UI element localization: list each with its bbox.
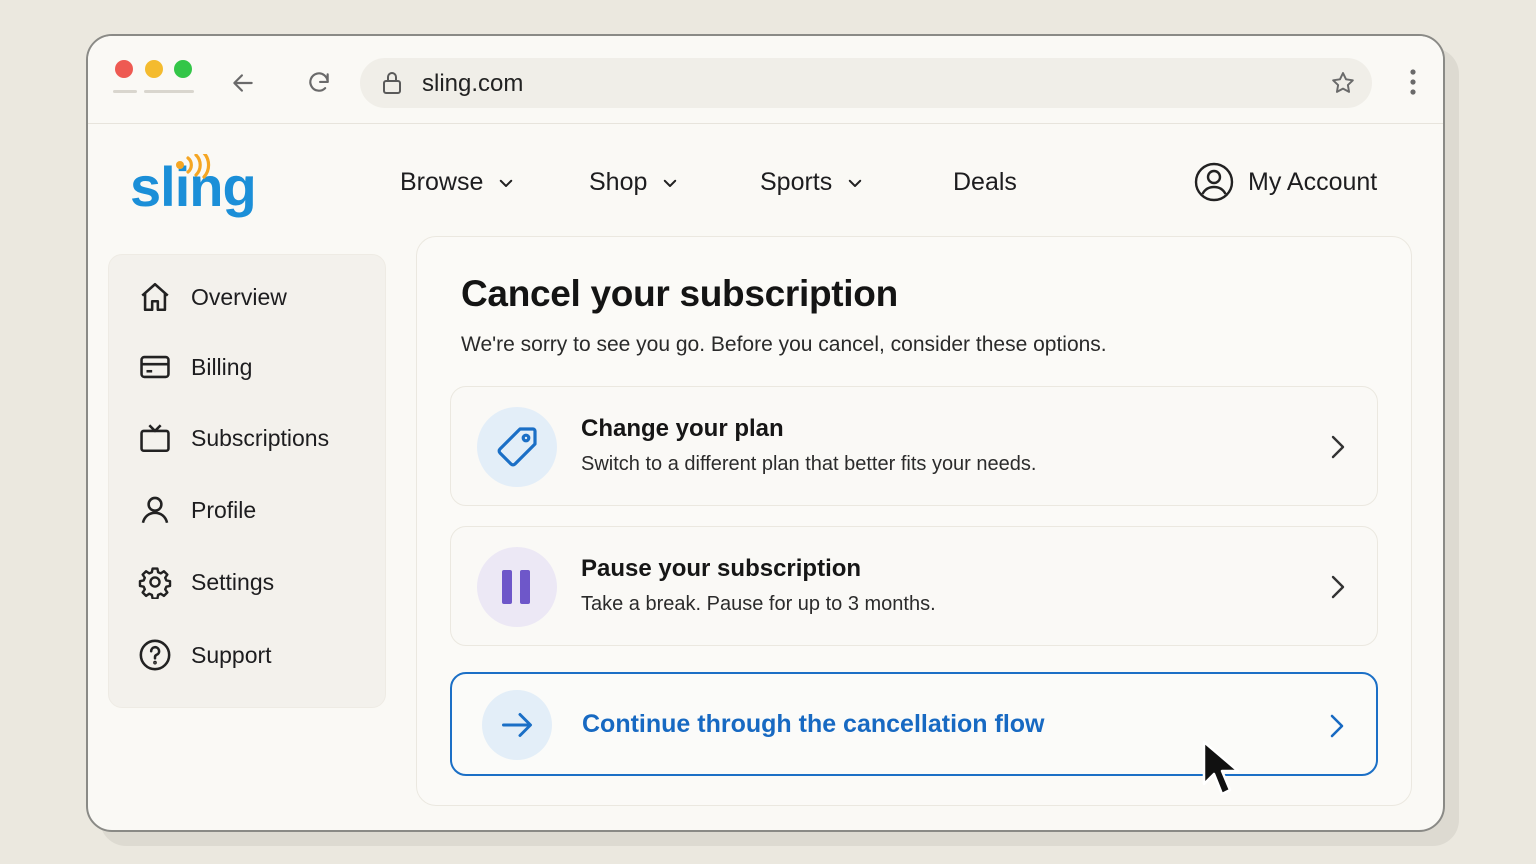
mouse-cursor-icon	[1202, 740, 1240, 796]
sidebar-item-subscriptions[interactable]: Subscriptions	[137, 420, 329, 456]
address-bar[interactable]: sling.com	[360, 58, 1372, 108]
maximize-window-button[interactable]	[174, 60, 192, 78]
gear-icon	[137, 564, 173, 600]
option-title: Pause your subscription	[581, 555, 862, 582]
sidebar-item-label: Overview	[191, 283, 287, 310]
arrow-right-icon	[482, 690, 552, 760]
cancel-subscription-panel: Cancel your subscription We're sorry to …	[416, 236, 1412, 806]
option-description: Switch to a different plan that better f…	[581, 453, 1037, 475]
option-title: Change your plan	[581, 415, 784, 442]
sidebar-item-settings[interactable]: Settings	[137, 564, 274, 600]
sidebar-item-billing[interactable]: Billing	[137, 349, 252, 385]
account-circle-icon	[1194, 162, 1234, 202]
nav-shop[interactable]: Shop	[589, 168, 679, 197]
back-arrow-icon	[233, 74, 253, 92]
sidebar-item-label: Subscriptions	[191, 424, 330, 451]
continue-cancellation-label: Continue through the cancellation flow	[582, 710, 1045, 738]
lock-icon	[383, 72, 401, 94]
option-description: Take a break. Pause for up to 3 months.	[581, 593, 936, 615]
change-plan-option[interactable]: Change your plan Switch to a different p…	[450, 386, 1378, 506]
chevron-right-icon	[1331, 435, 1345, 459]
window-decoration	[113, 90, 137, 93]
sidebar-item-overview[interactable]: Overview	[137, 279, 287, 315]
nav-browse-label: Browse	[400, 168, 484, 196]
window-decoration	[144, 90, 194, 93]
help-circle-icon	[137, 637, 173, 673]
reload-icon	[309, 72, 329, 92]
tv-icon	[137, 420, 173, 456]
back-button[interactable]	[226, 66, 260, 100]
browser-window: sling.com sling Browse Shop Sports Deals…	[86, 34, 1445, 832]
sidebar-item-support[interactable]: Support	[137, 637, 272, 673]
sidebar-item-label: Settings	[191, 568, 275, 595]
home-icon	[137, 279, 173, 315]
pause-icon	[477, 547, 557, 627]
nav-shop-label: Shop	[589, 168, 648, 196]
kebab-menu-icon[interactable]	[1409, 69, 1417, 95]
reload-button[interactable]	[302, 66, 336, 100]
sidebar-item-label: Profile	[191, 496, 257, 523]
my-account-label: My Account	[1248, 167, 1378, 196]
chevron-down-icon	[500, 179, 513, 187]
nav-sports[interactable]: Sports	[760, 168, 864, 197]
chevron-down-icon	[849, 179, 862, 187]
nav-browse[interactable]: Browse	[400, 168, 515, 197]
nav-deals-label: Deals	[953, 168, 1017, 196]
nav-deals[interactable]: Deals	[953, 168, 1017, 197]
url-text: sling.com	[422, 70, 524, 97]
star-icon[interactable]	[1330, 70, 1356, 96]
my-account-link[interactable]: My Account	[1194, 162, 1377, 202]
pause-subscription-option[interactable]: Pause your subscription Take a break. Pa…	[450, 526, 1378, 646]
user-icon	[137, 492, 173, 528]
sidebar-item-label: Billing	[191, 353, 253, 380]
minimize-window-button[interactable]	[145, 60, 163, 78]
sling-logo[interactable]: sling	[130, 151, 257, 229]
chevron-right-icon	[1330, 714, 1344, 738]
chevron-right-icon	[1331, 575, 1345, 599]
sidebar-item-profile[interactable]: Profile	[137, 492, 256, 528]
sidebar-item-label: Support	[191, 641, 272, 668]
account-sidebar: Overview Billing Subscriptions Profile S…	[108, 254, 386, 708]
browser-toolbar: sling.com	[88, 36, 1443, 124]
nav-sports-label: Sports	[760, 168, 833, 196]
page-subtitle: We're sorry to see you go. Before you ca…	[461, 333, 1107, 356]
credit-card-icon	[137, 349, 173, 385]
chevron-down-icon	[664, 179, 677, 187]
page-title: Cancel your subscription	[461, 273, 898, 314]
close-window-button[interactable]	[115, 60, 133, 78]
tag-icon	[477, 407, 557, 487]
